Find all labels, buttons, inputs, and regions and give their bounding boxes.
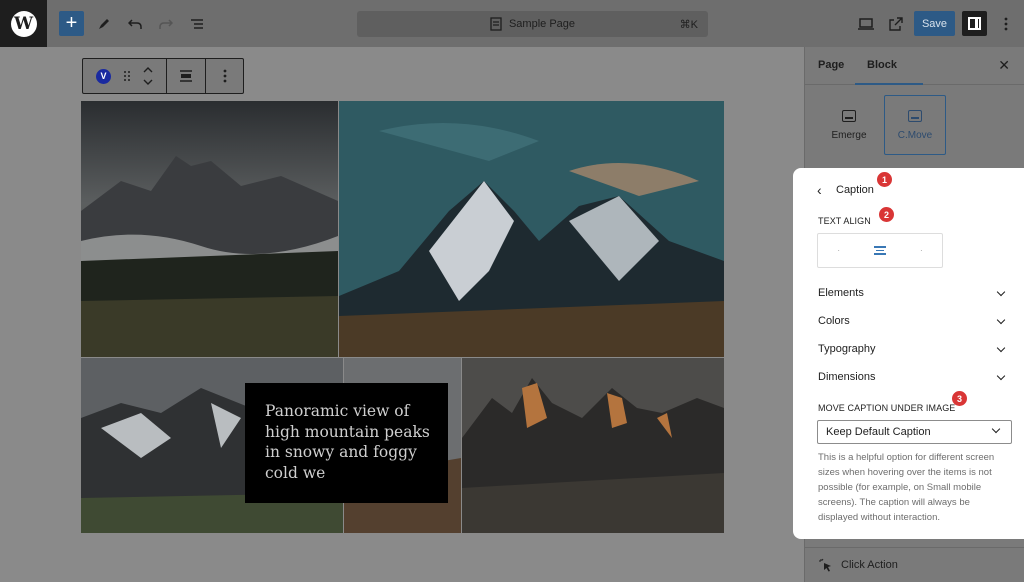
back-chevron-icon[interactable]: ‹ <box>817 182 822 198</box>
more-options-icon[interactable] <box>993 11 1018 36</box>
move-up-down-icon[interactable] <box>143 66 153 86</box>
gallery-caption: Panoramic view of high mountain peaks in… <box>245 383 448 503</box>
style-label: Emerge <box>831 129 867 141</box>
step-badge-3: 3 <box>952 391 967 406</box>
align-button[interactable] <box>167 59 206 93</box>
view-page-external-icon[interactable] <box>883 11 908 36</box>
block-switcher-group[interactable]: V <box>83 59 167 93</box>
document-title: Sample Page <box>508 18 576 30</box>
tab-block[interactable]: Block <box>855 59 923 85</box>
style-option-cmove[interactable]: C.Move <box>884 95 946 155</box>
step-badge-2: 2 <box>879 207 894 222</box>
sidebar-icon <box>968 17 981 30</box>
help-text: This is a helpful option for different s… <box>818 452 995 523</box>
gallery-image-rocky-spires[interactable] <box>462 358 724 533</box>
page-icon <box>490 17 502 31</box>
click-action-panel-toggle[interactable]: Click Action <box>805 547 1024 582</box>
click-pointer-icon <box>819 558 831 572</box>
select-value: Keep Default Caption <box>826 426 931 438</box>
save-button[interactable]: Save <box>914 11 955 36</box>
text-align-label: TEXT ALIGN <box>818 216 871 226</box>
block-options-button[interactable] <box>206 59 243 93</box>
move-caption-select[interactable]: Keep Default Caption <box>817 420 1012 444</box>
align-center-option[interactable] <box>865 241 895 261</box>
drag-handle-icon[interactable] <box>123 70 131 82</box>
block-type-icon[interactable]: V <box>96 68 111 84</box>
block-toolbar: V <box>82 58 244 94</box>
style-option-emerge[interactable]: Emerge <box>818 95 880 155</box>
document-overview-icon[interactable] <box>184 11 209 36</box>
align-left-option[interactable]: · <box>824 241 854 261</box>
accordion-label: Typography <box>818 343 876 355</box>
command-shortcut: ⌘K <box>679 18 698 31</box>
style-emerge-icon <box>842 109 856 122</box>
text-align-control: · · <box>817 233 943 268</box>
add-block-button[interactable]: + <box>59 11 84 36</box>
document-title-bar[interactable]: Sample Page ⌘K <box>357 11 708 37</box>
align-center-icon <box>873 246 886 255</box>
chevron-down-icon <box>996 343 1006 352</box>
click-action-label: Click Action <box>841 559 898 571</box>
chevron-down-icon <box>996 287 1006 296</box>
editor-header: W + Sample Page ⌘K Save <box>0 0 1024 47</box>
accordion-label: Colors <box>818 315 850 327</box>
accordion-typography[interactable]: Typography <box>818 343 1008 355</box>
tools-pencil-icon[interactable] <box>91 11 116 36</box>
accordion-label: Elements <box>818 287 864 299</box>
step-badge-1: 1 <box>877 172 892 187</box>
accordion-label: Dimensions <box>818 371 876 383</box>
chevron-down-icon <box>996 315 1006 324</box>
move-caption-label: MOVE CAPTION UNDER IMAGE <box>818 403 956 413</box>
chevron-down-icon <box>996 371 1006 380</box>
accordion-dimensions[interactable]: Dimensions <box>818 371 1008 383</box>
chevron-down-icon <box>991 424 1001 434</box>
accordion-colors[interactable]: Colors <box>818 315 1008 327</box>
redo-icon[interactable] <box>153 11 178 36</box>
wordpress-logo-icon[interactable]: W <box>0 0 47 47</box>
sidebar-tabs: Page Block ✕ <box>805 47 1024 85</box>
accordion-elements[interactable]: Elements <box>818 287 1008 299</box>
settings-toggle-button[interactable] <box>962 11 987 36</box>
close-icon[interactable]: ✕ <box>998 57 1010 74</box>
caption-settings-panel: ‹ Caption 1 TEXT ALIGN 2 · · Elements Co… <box>793 168 1024 539</box>
align-right-option[interactable]: · <box>906 241 936 261</box>
align-center-icon <box>180 70 192 82</box>
undo-icon[interactable] <box>122 11 147 36</box>
view-desktop-icon[interactable] <box>853 11 878 36</box>
gallery-image-snowy-peak[interactable] <box>339 101 724 357</box>
tab-page[interactable]: Page <box>818 59 844 71</box>
style-cmove-icon <box>908 109 922 122</box>
gallery-image-foggy-mountains[interactable] <box>81 101 338 357</box>
panel-title: Caption <box>836 184 874 196</box>
style-label: C.Move <box>897 129 933 141</box>
more-vertical-icon <box>223 69 226 83</box>
